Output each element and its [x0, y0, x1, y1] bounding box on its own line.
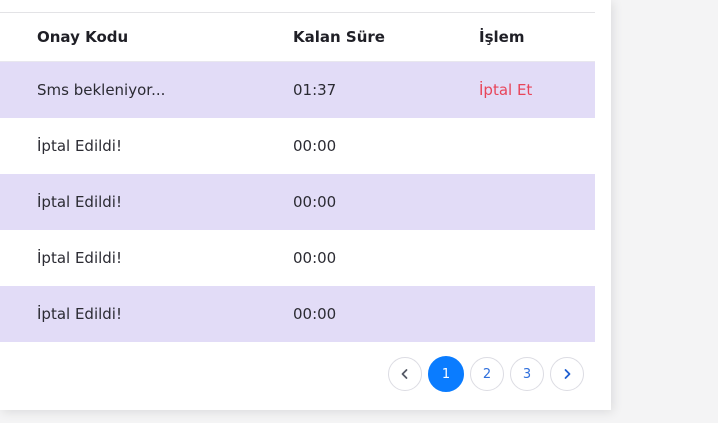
- table-row: İptal Edildi! 00:00: [0, 286, 595, 342]
- code-cell: Sms bekleniyor...: [37, 81, 166, 99]
- remaining-time-cell: 00:00: [293, 137, 337, 155]
- table-row: Sms bekleniyor... 01:37 İptal Et: [0, 62, 595, 118]
- remaining-time-cell: 01:37: [293, 81, 337, 99]
- chevron-right-icon: [564, 369, 571, 379]
- remaining-time-cell: 00:00: [293, 249, 337, 267]
- prev-page-button[interactable]: [388, 357, 422, 391]
- column-header-code: Onay Kodu: [37, 28, 129, 46]
- code-cell: İptal Edildi!: [37, 249, 122, 267]
- table-row: İptal Edildi! 00:00: [0, 230, 595, 286]
- cancel-link[interactable]: İptal Et: [479, 62, 532, 118]
- page-button-3[interactable]: 3: [510, 357, 544, 391]
- column-header-remaining: Kalan Süre: [293, 28, 385, 46]
- pagination: 1 2 3: [388, 356, 584, 392]
- chevron-left-icon: [401, 369, 408, 379]
- table-row: İptal Edildi! 00:00: [0, 118, 595, 174]
- orders-card: Onay Kodu Kalan Süre İşlem Sms bekleniyo…: [0, 0, 611, 410]
- code-cell: İptal Edildi!: [37, 137, 122, 155]
- code-cell: İptal Edildi!: [37, 193, 122, 211]
- code-cell: İptal Edildi!: [37, 305, 122, 323]
- remaining-time-cell: 00:00: [293, 305, 337, 323]
- sms-table: Onay Kodu Kalan Süre İşlem Sms bekleniyo…: [0, 13, 595, 342]
- page-button-1[interactable]: 1: [428, 356, 464, 392]
- table-row: İptal Edildi! 00:00: [0, 174, 595, 230]
- page-button-2[interactable]: 2: [470, 357, 504, 391]
- table-header-row: Onay Kodu Kalan Süre İşlem: [0, 13, 595, 62]
- column-header-action: İşlem: [479, 28, 525, 46]
- next-page-button[interactable]: [550, 357, 584, 391]
- remaining-time-cell: 00:00: [293, 193, 337, 211]
